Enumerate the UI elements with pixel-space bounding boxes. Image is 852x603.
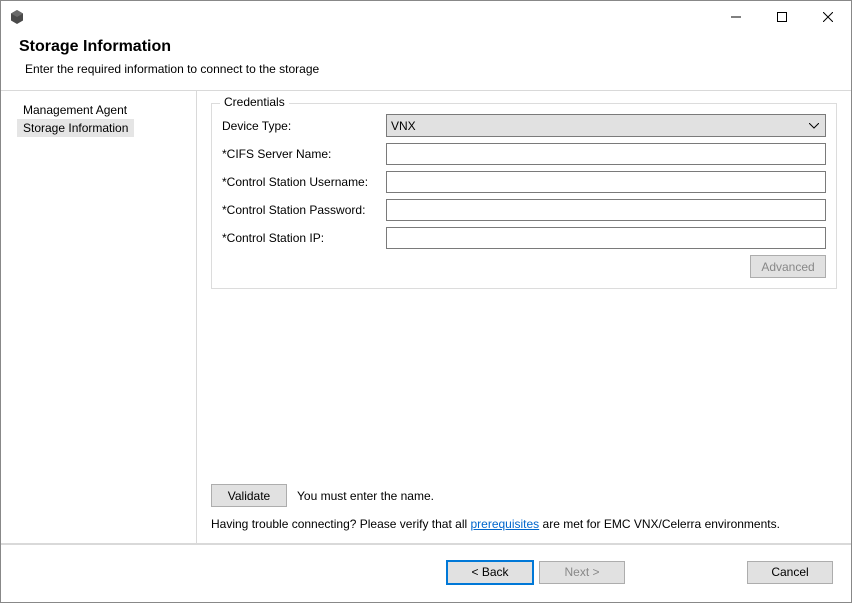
wizard-steps-sidebar: Management Agent Storage Information <box>1 91 197 543</box>
sidebar-item-label: Management Agent <box>23 103 127 117</box>
page-subtitle: Enter the required information to connec… <box>25 62 833 76</box>
app-icon <box>9 9 25 25</box>
back-button[interactable]: < Back <box>447 561 533 584</box>
page-title: Storage Information <box>19 38 833 56</box>
advanced-button[interactable]: Advanced <box>750 255 826 278</box>
trouble-suffix: are met for EMC VNX/Celerra environments… <box>539 517 780 531</box>
prerequisites-link[interactable]: prerequisites <box>470 517 539 531</box>
sidebar-item-label: Storage Information <box>23 121 128 135</box>
titlebar <box>1 1 851 32</box>
content-area: Management Agent Storage Information Cre… <box>1 91 851 543</box>
maximize-button[interactable] <box>759 1 805 32</box>
credentials-group: Credentials Device Type: VNX *CIFS Serve… <box>211 103 837 289</box>
wizard-header: Storage Information Enter the required i… <box>1 32 851 90</box>
control-station-ip-input[interactable] <box>386 227 826 249</box>
sidebar-item-storage-information[interactable]: Storage Information <box>17 119 134 137</box>
validate-button[interactable]: Validate <box>211 484 287 507</box>
control-station-ip-label: *Control Station IP: <box>222 231 386 245</box>
trouble-text: Having trouble connecting? Please verify… <box>211 517 837 531</box>
device-type-select[interactable]: VNX <box>386 114 826 137</box>
credentials-legend: Credentials <box>220 95 289 109</box>
sidebar-item-management-agent[interactable]: Management Agent <box>1 101 196 119</box>
main-panel: Credentials Device Type: VNX *CIFS Serve… <box>197 91 851 543</box>
cifs-server-name-input[interactable] <box>386 143 826 165</box>
validate-message: You must enter the name. <box>297 489 434 503</box>
device-type-label: Device Type: <box>222 119 386 133</box>
cancel-button[interactable]: Cancel <box>747 561 833 584</box>
close-button[interactable] <box>805 1 851 32</box>
control-station-password-label: *Control Station Password: <box>222 203 386 217</box>
control-station-username-input[interactable] <box>386 171 826 193</box>
validate-row: Validate You must enter the name. <box>211 476 837 507</box>
minimize-button[interactable] <box>713 1 759 32</box>
trouble-prefix: Having trouble connecting? Please verify… <box>211 517 470 531</box>
control-station-password-input[interactable] <box>386 199 826 221</box>
cifs-server-name-label: *CIFS Server Name: <box>222 147 386 161</box>
next-button[interactable]: Next > <box>539 561 625 584</box>
wizard-footer: < Back Next > Cancel <box>1 544 851 599</box>
control-station-username-label: *Control Station Username: <box>222 175 386 189</box>
window-controls <box>713 1 851 32</box>
